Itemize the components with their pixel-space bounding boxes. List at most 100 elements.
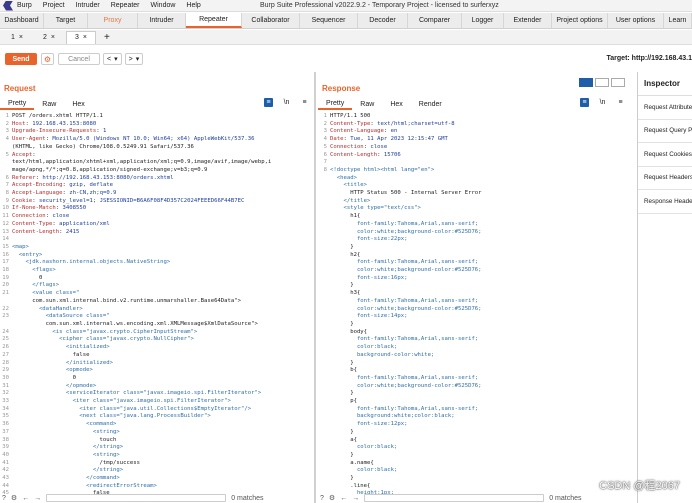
code-line: color:white;background-color:#525D76; bbox=[318, 267, 482, 275]
code-line: mage/apng,*/*;q=0.8,application/signed-e… bbox=[0, 167, 271, 175]
code-text: touch bbox=[12, 436, 117, 443]
code-text: .line{ bbox=[330, 482, 371, 489]
header-name: Date bbox=[330, 136, 344, 143]
tool-tab-user-options[interactable]: User options bbox=[608, 13, 664, 28]
menu-icon[interactable]: ≡ bbox=[300, 98, 309, 107]
response-tab-raw[interactable]: Raw bbox=[352, 98, 382, 110]
code-line: 11 Connection: close bbox=[0, 213, 271, 221]
line-number: 41 bbox=[2, 459, 9, 466]
tool-tab-target[interactable]: Target bbox=[44, 13, 88, 28]
close-icon[interactable]: × bbox=[19, 34, 23, 41]
target-label[interactable]: Target: http://192.168.43.1 bbox=[607, 55, 692, 62]
menu-item-window[interactable]: Window bbox=[151, 2, 176, 9]
tool-tab-learn[interactable]: Learn bbox=[664, 13, 692, 28]
response-tab-hex[interactable]: Hex bbox=[382, 98, 410, 110]
tool-tab-collaborator[interactable]: Collaborator bbox=[242, 13, 300, 28]
request-tab-raw[interactable]: Raw bbox=[34, 98, 64, 110]
request-tab-pretty[interactable]: Pretty bbox=[0, 98, 35, 110]
back-button[interactable]: < bbox=[107, 56, 111, 63]
tool-tab-extender[interactable]: Extender bbox=[504, 13, 552, 28]
menu-item-help[interactable]: Help bbox=[186, 2, 200, 9]
next-arrow-icon[interactable]: → bbox=[352, 495, 359, 502]
code-line: font-family:Tahoma,Arial,sans-serif; bbox=[318, 221, 482, 229]
repeater-tab-3[interactable]: 3 × bbox=[66, 30, 96, 44]
code-text: font-size:12px; bbox=[330, 421, 408, 428]
newline-icon[interactable]: \n bbox=[282, 98, 291, 107]
settings-icon[interactable]: ⚙ bbox=[329, 494, 335, 502]
repeater-tab-1[interactable]: 1 × bbox=[2, 31, 32, 44]
code-line: 41 /tmp/success bbox=[0, 460, 271, 468]
code-line: 10 If-None-Match: 3408550 bbox=[0, 205, 271, 213]
menu-item-repeater[interactable]: Repeater bbox=[111, 2, 140, 9]
pretty-icon[interactable]: ≡ bbox=[580, 98, 589, 107]
menu-item-intruder[interactable]: Intruder bbox=[76, 2, 100, 9]
code-line: 20 </flags> bbox=[0, 282, 271, 290]
code-line: } bbox=[318, 360, 482, 368]
response-search-input[interactable] bbox=[364, 494, 545, 502]
tool-tab-repeater[interactable]: Repeater bbox=[186, 13, 242, 28]
code-line: font-family:Tahoma,Arial,sans-serif; bbox=[318, 375, 482, 383]
header-name: Cookie bbox=[12, 197, 33, 204]
forward-button[interactable]: > bbox=[129, 56, 133, 63]
code-line: <title> bbox=[318, 182, 482, 190]
inspector-response-headers[interactable]: Response Headers bbox=[638, 190, 692, 214]
tool-tab-intruder[interactable]: Intruder bbox=[138, 13, 186, 28]
inspector-request-cookies[interactable]: Request Cookies bbox=[638, 143, 692, 167]
tool-tab-sequencer[interactable]: Sequencer bbox=[300, 13, 358, 28]
add-tab-icon[interactable]: + bbox=[104, 32, 110, 43]
prev-arrow-icon[interactable]: ← bbox=[340, 495, 347, 502]
gear-icon[interactable]: ⚙ bbox=[41, 53, 54, 65]
code-text: p{ bbox=[330, 398, 357, 405]
code-line: p{ bbox=[318, 398, 482, 406]
response-editor[interactable]: 1 HTTP/1.1 500 2 Content-Type: text/html;ch… bbox=[318, 113, 482, 498]
tool-tab-decoder[interactable]: Decoder bbox=[358, 13, 408, 28]
menu-icon[interactable]: ≡ bbox=[616, 98, 625, 107]
tool-tab-project-options[interactable]: Project options bbox=[552, 13, 608, 28]
send-button[interactable]: Send bbox=[5, 53, 37, 65]
line-number: 6 bbox=[323, 151, 327, 158]
code-line: 13 Content-Length: 2415 bbox=[0, 229, 271, 237]
request-search-input[interactable] bbox=[46, 494, 227, 502]
close-icon[interactable]: × bbox=[83, 34, 87, 41]
line-number: 12 bbox=[2, 220, 9, 227]
tool-tab-logger[interactable]: Logger bbox=[462, 13, 504, 28]
inspector-request-query[interactable]: Request Query Parameters bbox=[638, 120, 692, 143]
line-number: 15 bbox=[2, 243, 9, 250]
line-number: 7 bbox=[323, 159, 327, 166]
next-arrow-icon[interactable]: → bbox=[34, 495, 41, 502]
response-tab-render[interactable]: Render bbox=[411, 98, 450, 110]
inspector-request-attributes[interactable]: Request Attributes bbox=[638, 96, 692, 120]
line-number: 22 bbox=[2, 305, 9, 312]
help-icon[interactable]: ? bbox=[320, 495, 324, 502]
menu-item-project[interactable]: Project bbox=[43, 2, 65, 9]
code-text: text/html,application/xhtml+xml,applicat… bbox=[12, 159, 272, 166]
code-text: <opmode> bbox=[12, 367, 93, 374]
code-text: <command> bbox=[12, 421, 117, 428]
pane-divider[interactable] bbox=[314, 72, 316, 503]
menu-item-burp[interactable]: Burp bbox=[17, 2, 32, 9]
newline-icon[interactable]: \n bbox=[598, 98, 607, 107]
settings-icon[interactable]: ⚙ bbox=[11, 494, 17, 502]
close-icon[interactable]: × bbox=[51, 34, 55, 41]
chevron-down-icon[interactable]: ▾ bbox=[114, 55, 118, 63]
tool-tab-comparer[interactable]: Comparer bbox=[408, 13, 462, 28]
inspector-request-headers[interactable]: Request Headers bbox=[638, 167, 692, 190]
code-line: } bbox=[318, 282, 482, 290]
response-tab-pretty[interactable]: Pretty bbox=[318, 98, 353, 110]
code-line: 3 Content-Language: en bbox=[318, 128, 482, 136]
code-text: background:white;color:black; bbox=[330, 413, 455, 420]
pretty-icon[interactable]: ≡ bbox=[264, 98, 273, 107]
request-tab-hex[interactable]: Hex bbox=[64, 98, 92, 110]
code-text: color:white;background-color:#525D76; bbox=[330, 382, 482, 389]
help-icon[interactable]: ? bbox=[2, 495, 6, 502]
code-text: mage/apng,*/*;q=0.8,application/signed-e… bbox=[12, 166, 208, 173]
tool-tab-proxy[interactable]: Proxy bbox=[88, 13, 138, 28]
repeater-tab-2[interactable]: 2 × bbox=[34, 31, 64, 44]
tool-tab-dashboard[interactable]: Dashboard bbox=[0, 13, 44, 28]
chevron-down-icon[interactable]: ▾ bbox=[136, 55, 140, 63]
header-value: en bbox=[387, 128, 398, 135]
prev-arrow-icon[interactable]: ← bbox=[22, 495, 29, 502]
cancel-button[interactable]: Cancel bbox=[58, 53, 100, 65]
request-editor[interactable]: 1 POST /orders.xhtml HTTP/1.1 2 Host: 192.1… bbox=[0, 113, 271, 498]
code-line: 35 <next class="java.lang.ProcessBuilder… bbox=[0, 413, 271, 421]
